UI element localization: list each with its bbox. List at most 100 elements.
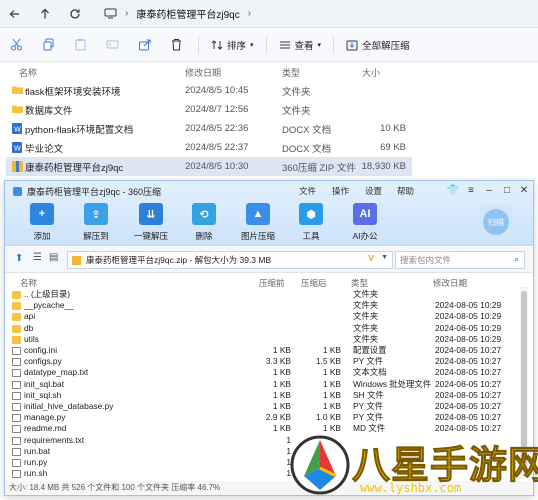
file-name: python-flask环境配置文档 bbox=[25, 124, 134, 136]
column-name[interactable]: 名称 bbox=[19, 66, 37, 80]
share-button[interactable] bbox=[128, 31, 160, 59]
file-row[interactable]: W 毕业论文 2024/8/5 22:37 DOCX 文档 69 KB bbox=[6, 138, 412, 157]
entry-type: 配置设置 bbox=[353, 345, 387, 355]
search-icon[interactable]: ⌕ bbox=[514, 254, 519, 265]
up-button[interactable] bbox=[30, 0, 60, 28]
entry-date: 2024-08-05 10:29 bbox=[435, 311, 502, 322]
tool-label: 工具 bbox=[302, 231, 320, 241]
svg-text:W: W bbox=[14, 126, 21, 134]
column-date[interactable]: 修改日期 bbox=[185, 66, 221, 80]
vip-icon[interactable]: V bbox=[368, 253, 374, 263]
breadcrumb-item[interactable]: 康泰药柜管理平台zj9qc bbox=[136, 6, 239, 21]
folder-icon bbox=[12, 335, 21, 344]
extract-to-button[interactable]: ⇪ 解压到 bbox=[71, 203, 121, 242]
entry-compressed-size: 1 KB bbox=[272, 423, 291, 434]
copy-button[interactable] bbox=[32, 31, 64, 59]
archive-row[interactable]: init_sql.bat 1 KB 1 KB Windows 批处理文件 2024-08… bbox=[9, 379, 519, 390]
column-size[interactable]: 大小 bbox=[362, 66, 380, 80]
entry-compressed-size: 1 KB bbox=[272, 367, 291, 378]
one-click-extract-button[interactable]: ⇊ 一键解压 bbox=[126, 203, 176, 242]
archive-row[interactable]: .. (上级目录) 文件夹 bbox=[9, 289, 519, 300]
entry-date: 2024-08-05 10:29 bbox=[435, 333, 502, 344]
column-type[interactable]: 类型 bbox=[282, 66, 300, 80]
file-row[interactable]: Wpython-flask环境配置文档 2024/8/5 22:36 DOCX 文档… bbox=[6, 119, 412, 138]
rename-icon bbox=[106, 40, 118, 49]
entry-compressed-size: 2.9 KB bbox=[265, 412, 291, 423]
tools-button[interactable]: ⬢ 工具 bbox=[286, 203, 336, 242]
file-type: 文件夹 bbox=[282, 86, 311, 98]
archive-row[interactable]: initial_hive_database.py 1 KB 1 KB PY 文件 202… bbox=[9, 401, 519, 412]
menu-settings[interactable]: 设置 bbox=[365, 185, 382, 197]
extract-all-button[interactable]: 全部解压缩 bbox=[340, 31, 416, 59]
view-label: 查看 bbox=[294, 40, 314, 52]
entry-name: __pycache__ bbox=[24, 300, 74, 311]
search-input[interactable]: 搜索包内文件 ⌕ bbox=[395, 251, 525, 269]
archive-row[interactable]: configs.py 3.3 KB 1.5 KB PY 文件 2024-08-05 10… bbox=[9, 356, 519, 367]
minimize-icon[interactable]: – bbox=[481, 183, 497, 197]
file-icon bbox=[12, 436, 21, 445]
ai-office-button[interactable]: AI AI办公 bbox=[340, 203, 390, 242]
file-row[interactable]: 康泰药柜管理平台zj9qc 2024/8/5 10:30 360压缩 ZIP 文件 1… bbox=[6, 157, 412, 176]
chevron-down-icon[interactable]: ▼ bbox=[381, 254, 388, 261]
delete-icon: ⟲ bbox=[192, 203, 216, 225]
rename-button[interactable] bbox=[96, 31, 128, 59]
column-original[interactable]: 压缩后 bbox=[301, 277, 327, 289]
entry-compressed-size: 3.3 KB bbox=[265, 356, 291, 367]
archive-row[interactable]: init_sql.sh 1 KB 1 KB SH 文件 2024-08-05 10:27 bbox=[9, 390, 519, 401]
file-row[interactable]: 数据库文件 2024/8/7 12:56 文件夹 bbox=[6, 100, 412, 119]
file-date: 2024/8/5 22:36 bbox=[185, 123, 249, 134]
delete-button[interactable]: ⟲ 删除 bbox=[179, 203, 229, 242]
entry-compressed-size: 1 KB bbox=[272, 389, 291, 400]
menu-operate[interactable]: 操作 bbox=[332, 185, 349, 197]
archive-row[interactable]: api 文件夹 2024-08-05 10:29 bbox=[9, 311, 519, 322]
archive-row[interactable]: manage.py 2.9 KB 1.0 KB PY 文件 2024-08-05 10:… bbox=[9, 412, 519, 423]
svg-text:W: W bbox=[14, 145, 21, 153]
shirt-skin-icon[interactable]: 👕 bbox=[445, 183, 461, 197]
scissors-icon bbox=[10, 38, 22, 51]
search-placeholder: 搜索包内文件 bbox=[400, 255, 452, 265]
path-field[interactable]: 康泰药柜管理平台zj9qc.zip - 解包大小为 39.3 MB V ▼ bbox=[67, 251, 393, 269]
file-row[interactable]: flask框架环境安装环境 2024/8/5 10:45 文件夹 bbox=[6, 81, 412, 100]
entry-name: config.ini bbox=[24, 345, 58, 355]
back-button[interactable] bbox=[0, 0, 30, 28]
archive-row[interactable]: utils 文件夹 2024-08-05 10:29 bbox=[9, 334, 519, 345]
archive-row[interactable]: db 文件夹 2024-08-05 10:29 bbox=[9, 323, 519, 334]
hamburger-menu-icon[interactable]: ≡ bbox=[463, 183, 479, 197]
entry-name: api bbox=[24, 311, 36, 322]
menu-help[interactable]: 帮助 bbox=[397, 185, 414, 197]
folder-icon bbox=[12, 85, 23, 98]
arrow-up-icon[interactable]: ⬆ bbox=[15, 253, 23, 264]
maximize-icon[interactable]: □ bbox=[499, 183, 515, 197]
toolbar-divider bbox=[198, 35, 199, 54]
scan-button[interactable]: 扫描 bbox=[479, 205, 513, 239]
view-list-icon[interactable]: ☰ bbox=[33, 252, 42, 263]
archive-row[interactable]: datatype_map.txt 1 KB 1 KB 文本文档 2024-08-05 1… bbox=[9, 367, 519, 378]
cut-button[interactable] bbox=[0, 31, 32, 59]
entry-name: run.bat bbox=[24, 445, 51, 456]
image-compress-button[interactable]: ▲ 图片压缩 bbox=[233, 203, 283, 242]
entry-name: db bbox=[24, 322, 34, 333]
archive-row[interactable]: __pycache__ 文件夹 2024-08-05 10:29 bbox=[9, 300, 519, 311]
view-button[interactable]: 查看 ▾ bbox=[273, 31, 328, 59]
entry-type: 文件夹 bbox=[353, 311, 379, 322]
column-compressed[interactable]: 压缩前 bbox=[259, 277, 285, 289]
column-date[interactable]: 修改日期 bbox=[433, 277, 467, 289]
view-detail-icon[interactable]: ▤ bbox=[49, 252, 58, 263]
file-name: 数据库文件 bbox=[25, 105, 73, 117]
archive-row[interactable]: config.ini 1 KB 1 KB 配置设置 2024-08-05 10:27 bbox=[9, 345, 519, 356]
column-type[interactable]: 类型 bbox=[351, 277, 368, 289]
menu-file[interactable]: 文件 bbox=[299, 185, 316, 197]
entry-date: 2024-08-05 10:27 bbox=[435, 401, 502, 411]
sort-button[interactable]: 排序 ▾ bbox=[205, 31, 260, 59]
entry-date: 2024-08-05 10:27 bbox=[435, 389, 502, 400]
refresh-button[interactable] bbox=[60, 0, 90, 28]
entry-type: 文件夹 bbox=[353, 289, 379, 299]
delete-button[interactable] bbox=[160, 31, 192, 59]
close-icon[interactable]: ✕ bbox=[516, 183, 532, 197]
breadcrumb[interactable]: › 康泰药柜管理平台zj9qc › bbox=[104, 6, 259, 21]
entry-name: run.sh bbox=[24, 468, 48, 479]
column-name[interactable]: 名称 bbox=[20, 277, 37, 289]
clipboard-icon bbox=[75, 39, 85, 51]
add-button[interactable]: + 添加 bbox=[17, 203, 67, 242]
paste-button[interactable] bbox=[64, 31, 96, 59]
